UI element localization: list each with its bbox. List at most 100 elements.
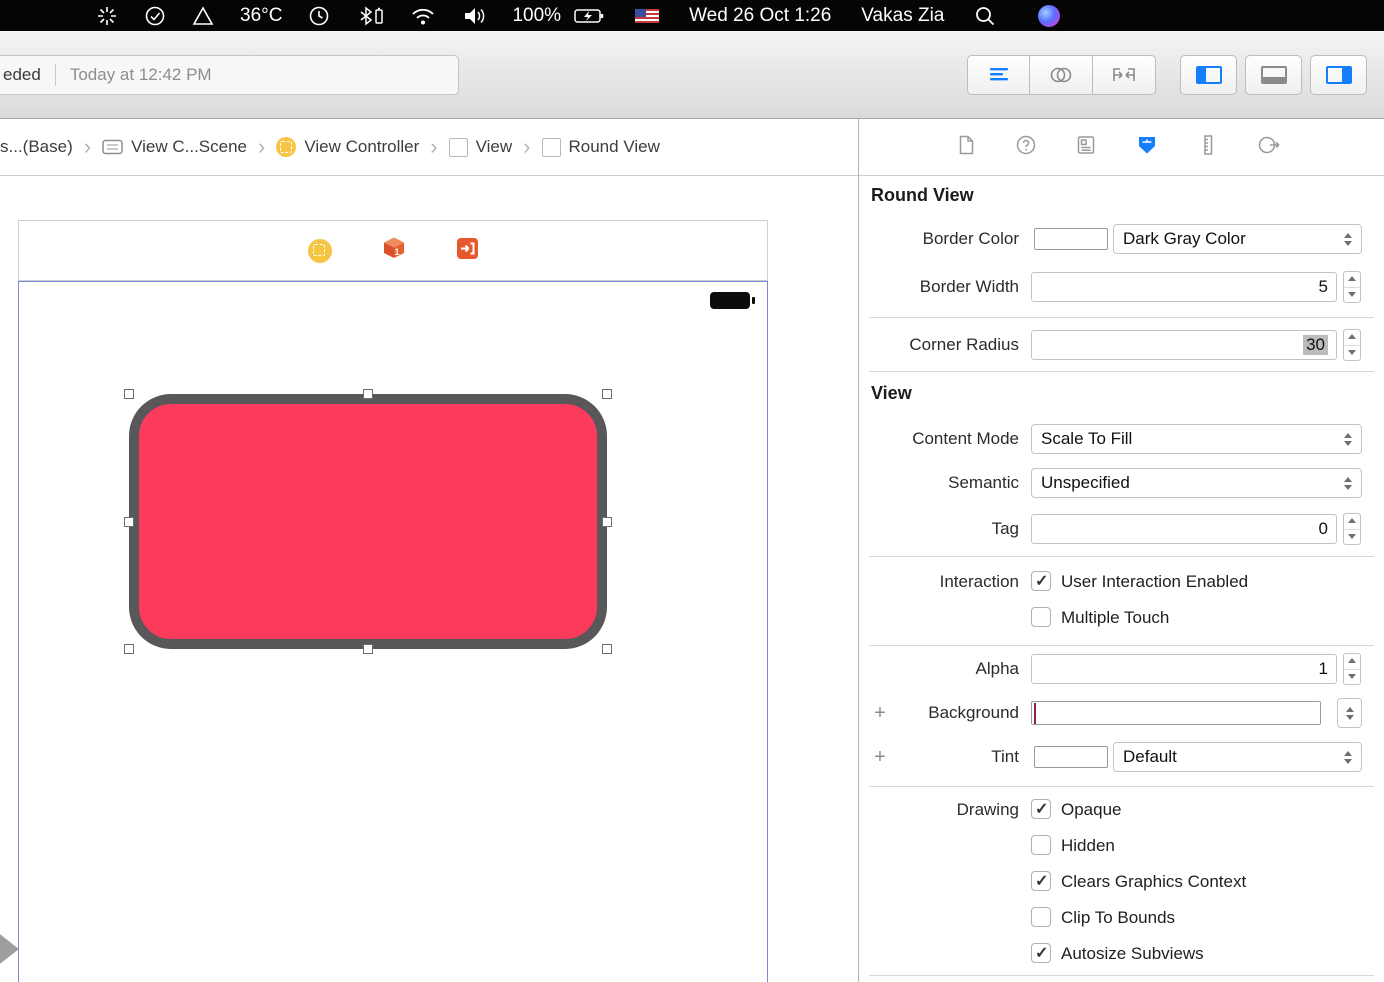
border-width-label: Border Width: [859, 271, 1019, 303]
storyboard-entry-arrow[interactable]: [0, 928, 19, 970]
clip-to-bounds-checkbox[interactable]: [1031, 907, 1051, 927]
border-width-stepper[interactable]: [1343, 271, 1361, 303]
border-width-field[interactable]: 5: [1031, 272, 1337, 302]
breadcrumb-chevron-icon: [258, 136, 265, 158]
breadcrumb-scene[interactable]: View C...Scene: [102, 137, 247, 157]
border-color-popup-value: Dark Gray Color: [1123, 229, 1246, 249]
hidden-checkbox[interactable]: [1031, 835, 1051, 855]
check-circle-icon[interactable]: [144, 5, 166, 27]
popup-chevrons-icon: [1339, 477, 1361, 490]
autosize-subviews-row: Autosize Subviews: [859, 939, 1384, 969]
interface-builder-canvas[interactable]: 1: [0, 176, 858, 982]
assistant-editor-button[interactable]: [1030, 55, 1093, 95]
editor-mode-segmented-control: [967, 55, 1156, 95]
corner-radius-stepper[interactable]: [1343, 329, 1361, 361]
view-section-title: View: [871, 383, 912, 404]
utilities-panel-toggle[interactable]: [1310, 55, 1367, 95]
quick-help-tab-icon[interactable]: [1015, 134, 1037, 161]
view-controller-dock-icon[interactable]: [308, 239, 332, 263]
attributes-inspector-tab-icon[interactable]: [1135, 134, 1159, 161]
battery-charging-icon[interactable]: [573, 6, 605, 26]
tag-stepper[interactable]: [1343, 513, 1361, 545]
interaction-label: Interaction: [859, 567, 1019, 597]
scene-icon: [102, 139, 123, 155]
content-mode-popup[interactable]: Scale To Fill: [1031, 424, 1362, 454]
multiple-touch-checkbox[interactable]: [1031, 607, 1051, 627]
jump-bar: s...(Base) View C...Scene View Controlle…: [0, 119, 858, 176]
corner-radius-field[interactable]: 30: [1031, 330, 1337, 360]
siri-icon[interactable]: [1038, 5, 1060, 27]
selection-handle-top-middle[interactable]: [363, 389, 373, 399]
wifi-icon[interactable]: [410, 6, 436, 26]
menubar-temperature[interactable]: 36°C: [240, 5, 282, 27]
selection-handle-bottom-middle[interactable]: [363, 644, 373, 654]
clears-graphics-context-checkbox[interactable]: [1031, 871, 1051, 891]
bluetooth-battery-icon[interactable]: [356, 5, 384, 27]
selection-handle-bottom-right[interactable]: [602, 644, 612, 654]
file-inspector-tab-icon[interactable]: [955, 134, 977, 161]
selection-handle-top-left[interactable]: [124, 389, 134, 399]
selection-handle-bottom-left[interactable]: [124, 644, 134, 654]
exit-segue-icon[interactable]: [456, 237, 479, 265]
tint-popup[interactable]: Default: [1113, 742, 1362, 772]
breadcrumb-scene-label: View C...Scene: [131, 137, 247, 157]
popup-chevrons-icon: [1339, 751, 1361, 764]
breadcrumb-view-label: View: [476, 137, 513, 157]
selection-handle-middle-left[interactable]: [124, 517, 134, 527]
navigator-panel-toggle[interactable]: [1180, 55, 1237, 95]
autosize-subviews-checkbox[interactable]: [1031, 943, 1051, 963]
connections-inspector-tab-icon[interactable]: [1257, 134, 1281, 161]
background-color-well[interactable]: [1031, 701, 1321, 725]
panel-toggle-group: [1180, 55, 1367, 95]
background-row: + Background: [859, 697, 1384, 729]
size-inspector-tab-icon[interactable]: [1197, 134, 1219, 161]
breadcrumb-view-controller[interactable]: View Controller: [276, 137, 419, 157]
autosize-subviews-label: Autosize Subviews: [1061, 939, 1204, 969]
breadcrumb-view[interactable]: View: [449, 137, 513, 157]
utilities-inspector: Round View Border Color Dark Gray Color …: [859, 119, 1384, 982]
first-responder-cube-icon[interactable]: 1: [382, 236, 406, 265]
menubar-datetime[interactable]: Wed 26 Oct 1:26: [689, 5, 831, 27]
alpha-stepper[interactable]: [1343, 653, 1361, 685]
identity-inspector-tab-icon[interactable]: [1075, 134, 1097, 161]
selection-handle-top-right[interactable]: [602, 389, 612, 399]
menubar-username[interactable]: Vakas Zia: [861, 5, 944, 27]
screenshot-crosshair-icon[interactable]: [96, 5, 118, 27]
section-divider: [869, 371, 1374, 372]
scene-dock: 1: [18, 220, 768, 281]
menubar-battery-percent[interactable]: 100%: [512, 5, 561, 27]
breadcrumb-round-view[interactable]: Round View: [542, 137, 660, 157]
background-popup-button[interactable]: [1337, 698, 1362, 728]
google-drive-icon[interactable]: [192, 6, 214, 26]
tag-value: 0: [1319, 519, 1328, 539]
hidden-label: Hidden: [1061, 831, 1115, 861]
round-view-section-title: Round View: [871, 185, 974, 206]
user-interaction-enabled-checkbox[interactable]: [1031, 571, 1051, 591]
us-flag-icon[interactable]: [635, 9, 659, 23]
tag-field[interactable]: 0: [1031, 514, 1337, 544]
semantic-label: Semantic: [859, 467, 1019, 499]
debug-area-icon: [1261, 66, 1287, 84]
activity-status-left: eded: [3, 65, 41, 85]
version-editor-button[interactable]: [1093, 55, 1156, 95]
multiple-touch-label: Multiple Touch: [1061, 603, 1169, 633]
activity-status-time: Today at 12:42 PM: [70, 65, 212, 85]
search-icon[interactable]: [974, 5, 996, 27]
selection-handle-middle-right[interactable]: [602, 517, 612, 527]
semantic-popup[interactable]: Unspecified: [1031, 468, 1362, 498]
content-mode-value: Scale To Fill: [1041, 429, 1132, 449]
border-color-well[interactable]: [1034, 228, 1108, 250]
opaque-checkbox[interactable]: [1031, 799, 1051, 819]
clears-graphics-context-row: Clears Graphics Context: [859, 867, 1384, 897]
border-color-popup[interactable]: Dark Gray Color: [1113, 224, 1362, 254]
tint-color-well[interactable]: [1034, 746, 1108, 768]
alpha-field[interactable]: 1: [1031, 654, 1337, 684]
volume-icon[interactable]: [462, 6, 486, 26]
debug-area-toggle[interactable]: [1245, 55, 1302, 95]
breadcrumb-base[interactable]: s...(Base): [0, 137, 73, 157]
clock-history-icon[interactable]: [308, 5, 330, 27]
standard-editor-button[interactable]: [967, 55, 1030, 95]
round-view-shape[interactable]: [129, 394, 607, 649]
popup-chevrons-icon: [1339, 233, 1361, 246]
svg-text:1: 1: [394, 247, 399, 257]
